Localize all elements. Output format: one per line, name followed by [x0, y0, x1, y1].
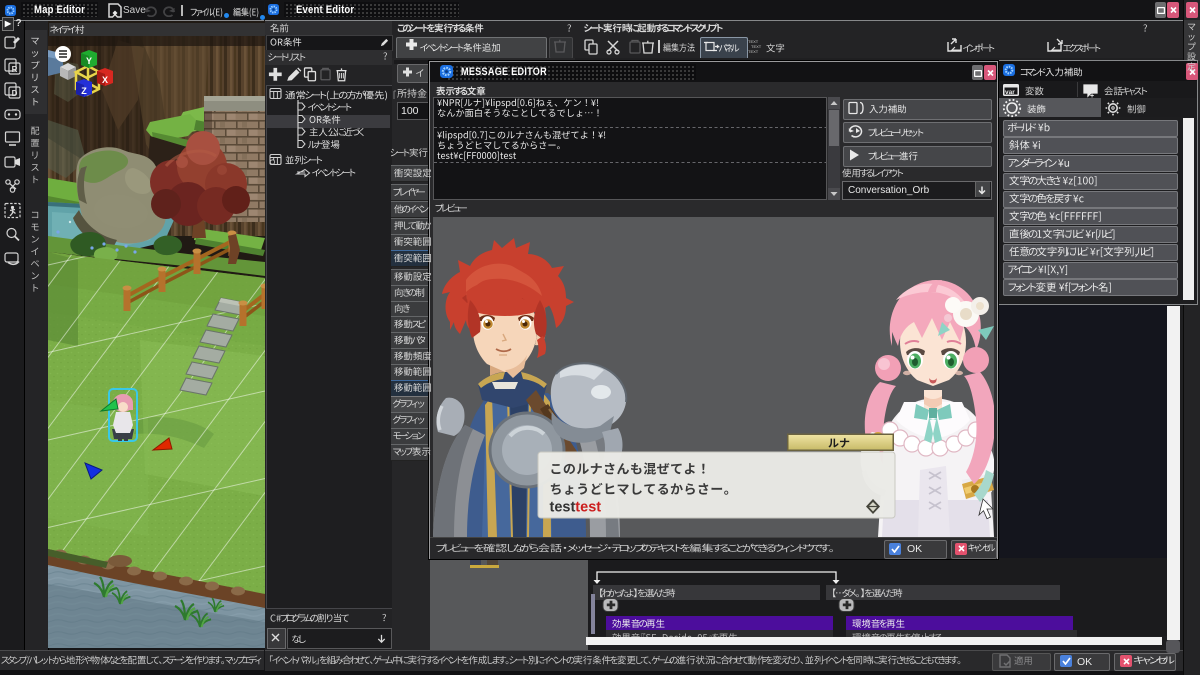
svg-text:Z: Z	[81, 86, 87, 96]
svg-text:D: D	[11, 89, 17, 98]
svg-text:X: X	[102, 75, 108, 85]
svg-text:Y: Y	[86, 56, 92, 66]
svg-text:R: R	[11, 65, 17, 74]
